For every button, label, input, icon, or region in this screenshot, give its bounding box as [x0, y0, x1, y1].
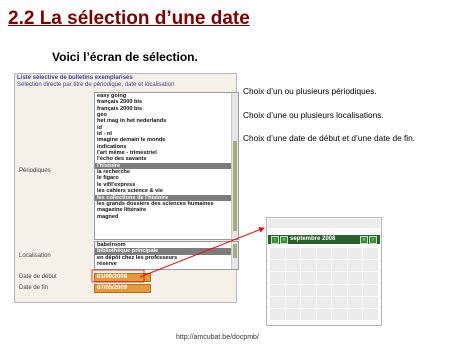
date-highlight-box	[91, 269, 145, 283]
arrow-to-calendar	[139, 227, 265, 278]
callout-arrows	[91, 227, 265, 283]
footer-url: http://amcubat.be/docpmb/	[176, 334, 259, 341]
